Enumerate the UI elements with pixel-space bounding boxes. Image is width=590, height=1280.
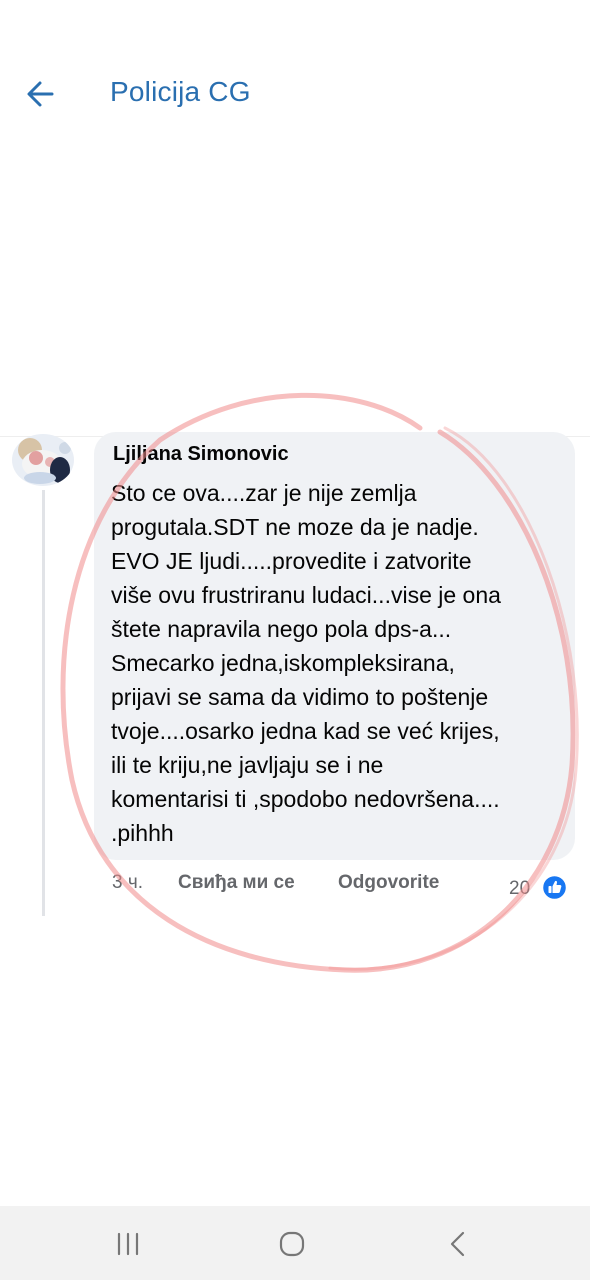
chevron-left-icon <box>450 1231 465 1257</box>
reply-button[interactable]: Odgovorite <box>338 872 439 894</box>
comment-line: tvoje....osarko jedna kad se već krijes, <box>111 718 500 744</box>
comment-line: štete napravila nego pola dps-a... <box>111 616 452 642</box>
comment-line: komentarisi ti ,spodobo nedovršena.... <box>111 786 500 812</box>
recent-apps-button[interactable] <box>108 1224 148 1264</box>
page-title: Policija CG <box>110 76 251 107</box>
thread-line <box>42 490 45 916</box>
like-button[interactable]: Свиђа ми се <box>178 872 295 894</box>
system-back-button[interactable] <box>438 1224 478 1264</box>
comment-line: više ovu frustriranu ludaci...vise je on… <box>111 582 501 608</box>
profile-photo <box>12 434 74 486</box>
reaction-count: 20 <box>509 878 531 899</box>
comment-line: Smecarko jedna,iskompleksirana, <box>111 650 455 676</box>
app-header: Policija CG <box>0 0 590 190</box>
comment-line: prijavi se sama da vidimo to poštenje <box>111 684 489 710</box>
home-circle-icon <box>279 1231 305 1257</box>
comment-text: Sto ce ova....zar je nije zemlja proguta… <box>111 476 571 850</box>
comment-line: progutala.SDT ne moze da je nadje. <box>111 514 479 540</box>
comment-bubble[interactable]: Ljiljana Simonovic Sto ce ova....zar je … <box>94 432 575 860</box>
comment-author[interactable]: Ljiljana Simonovic <box>113 443 289 466</box>
comment-time: 3 ч. <box>112 872 144 893</box>
comment-line: ili te kriju,ne javljaju se i ne <box>111 752 384 778</box>
comment-line: EVO JE ljudi.....provedite i zatvorite <box>111 548 472 574</box>
home-button[interactable] <box>272 1224 312 1264</box>
thumbs-up-icon <box>542 875 567 900</box>
comment-line: Sto ce ova....zar je nije zemlja <box>111 480 417 506</box>
back-button[interactable] <box>22 74 66 114</box>
recent-apps-icon <box>117 1232 139 1256</box>
avatar[interactable] <box>12 434 74 486</box>
comment-line: .pihhh <box>111 820 174 846</box>
system-navigation-bar <box>0 1206 590 1280</box>
arrow-left-icon <box>27 81 54 107</box>
